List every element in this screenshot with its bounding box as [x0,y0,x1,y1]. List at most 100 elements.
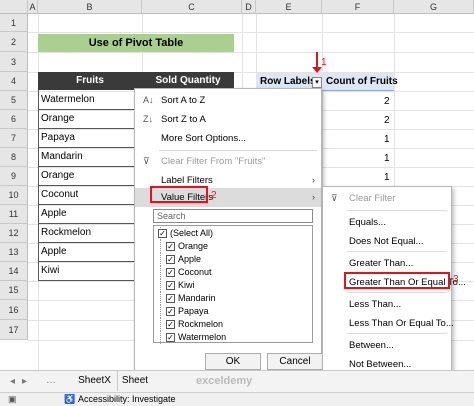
table-cell-fruit[interactable]: Mandarin [41,151,83,162]
pivot-count-cell[interactable]: 1 [384,172,390,183]
row-labels-filter-button[interactable]: ▾ [312,77,322,88]
checkbox[interactable]: ✓ [166,320,175,329]
row-header-12[interactable]: 12 [0,224,28,243]
table-cell-fruit[interactable]: Apple [41,246,67,257]
checkbox[interactable]: ✓ [166,242,175,251]
table-cell-fruit[interactable]: Rockmelon [41,227,91,238]
pivot-count-cell[interactable]: 1 [384,153,390,164]
annotation-2: 2 [211,190,217,201]
column-header-f[interactable]: F [322,0,394,14]
table-header-fruits-text: Fruits [76,75,104,86]
search-input[interactable]: Search [153,209,313,223]
tab-scroll-right-icon[interactable]: ▸ [22,376,27,387]
row-header-6[interactable]: 6 [0,110,28,129]
checkbox-item[interactable]: ✓ Papaya [154,305,312,318]
table-cell-fruit[interactable]: Watermelon [41,94,95,105]
accessibility-icon: ♿ [64,394,76,404]
row-header-11[interactable]: 11 [0,205,28,224]
sort-descending-icon: Z↓ [143,114,153,124]
column-header-g[interactable]: G [394,0,474,14]
pivot-count-header: Count of Fruits [326,76,398,87]
row-header-1[interactable]: 1 [0,14,28,32]
filter-clear-icon: ⊽ [331,193,338,203]
table-cell-fruit[interactable]: Coconut [41,189,78,200]
annotation-1: 1 [321,57,327,68]
checkbox-list[interactable]: ✓ (Select All) ✓ Orange ✓ Apple ✓ Coconut ✓ Kiwi ✓… [153,225,313,344]
checkbox-label: (Select All) [170,228,214,238]
tab-scroll-left-icon[interactable]: ◂ [10,376,15,387]
row-header-9[interactable]: 9 [0,167,28,186]
checkbox-item[interactable]: ✓ Coconut [154,266,312,279]
checkbox-item[interactable]: ✓ Mandarin [154,292,312,305]
checkbox-item[interactable]: ✓ Kiwi [154,279,312,292]
submenu-item[interactable]: Equals... [323,213,451,232]
more-sort-options[interactable]: More Sort Options... [135,129,321,148]
submenu-item[interactable]: Less Than... [323,295,451,314]
row-header-7[interactable]: 7 [0,129,28,148]
checkbox[interactable]: ✓ [166,255,175,264]
submenu-clear-filter[interactable]: ⊽ Clear Filter [323,189,451,208]
pivot-count-cell[interactable]: 2 [384,115,390,126]
row-header-8[interactable]: 8 [0,148,28,167]
row-header-10[interactable]: 10 [0,186,28,205]
row-header-5[interactable]: 5 [0,91,28,110]
status-bar: ▣ ♿ Accessibility: Investigate [0,392,474,406]
row-header-16[interactable]: 16 [0,300,28,320]
checkbox-label: Orange [178,241,209,251]
checkbox-label: Watermelon [178,332,227,342]
checkbox[interactable]: ✓ [166,294,175,303]
table-header-fruits: Fruits [38,72,142,90]
sheet-tab-bar: ◂ ▸ … SheetX Sheet exceldemy [0,370,474,392]
submenu-item[interactable]: Does Not Equal... [323,232,451,251]
cancel-button[interactable]: Cancel [267,353,323,370]
checkbox-item[interactable]: ✓ Rockmelon [154,318,312,331]
row-header-3[interactable]: 3 [0,52,28,72]
sort-a-to-z[interactable]: A↓ Sort A to Z [135,91,321,110]
table-header-quantity-text: Sold Quantity [155,75,221,86]
pivot-count-cell[interactable]: 1 [384,134,390,145]
tab-sheetx[interactable]: SheetX [72,371,118,391]
table-cell-fruit[interactable]: Orange [41,113,74,124]
row-header-17[interactable]: 17 [0,320,28,340]
checkbox-item[interactable]: ✓ Apple [154,253,312,266]
column-header-b[interactable]: B [38,0,142,14]
pivot-count-cell[interactable]: 2 [384,96,390,107]
checkbox[interactable]: ✓ [166,333,175,342]
ok-button[interactable]: OK [205,353,261,370]
checkbox-item[interactable]: ✓ Orange [154,240,312,253]
filter-dropdown-menu: A↓ Sort A to Z Z↓ Sort Z to A More Sort … [134,88,323,374]
checkbox[interactable]: ✓ [166,281,175,290]
row-header-2[interactable]: 2 [0,32,28,52]
sheet-title-text: Use of Pivot Table [88,37,184,49]
table-cell-fruit[interactable]: Orange [41,170,74,181]
checkbox[interactable]: ✓ [158,229,167,238]
sort-z-to-a[interactable]: Z↓ Sort Z to A [135,110,321,129]
checkbox-label: Mandarin [178,293,216,303]
column-header-e[interactable]: E [256,0,322,14]
clear-filter-from-fruits[interactable]: ⊽ Clear Filter From "Fruits" [135,152,321,171]
row-header-4[interactable]: 4 [0,72,28,91]
checkbox-item[interactable]: ✓ (Select All) [154,227,312,240]
value-filters-highlight [150,186,208,203]
column-header-a[interactable]: A [28,0,38,14]
tab-ellipsis[interactable]: … [46,375,56,386]
filter-clear-icon: ⊽ [143,156,150,166]
tab-sheet[interactable]: Sheet [120,371,150,391]
column-header-c[interactable]: C [142,0,242,14]
submenu-item[interactable]: Between... [323,336,451,355]
checkbox[interactable]: ✓ [166,268,175,277]
table-cell-fruit[interactable]: Apple [41,208,67,219]
table-cell-fruit[interactable]: Papaya [41,132,75,143]
select-all-corner[interactable] [0,0,28,14]
row-header-15[interactable]: 15 [0,281,28,300]
submenu-item[interactable]: Greater Than... [323,254,451,273]
checkbox[interactable]: ✓ [166,307,175,316]
submenu-item[interactable]: Less Than Or Equal To... [323,314,454,333]
row-header-14[interactable]: 14 [0,262,28,281]
row-header-13[interactable]: 13 [0,243,28,262]
table-cell-fruit[interactable]: Kiwi [41,265,59,276]
column-header-d[interactable]: D [242,0,256,14]
checkbox-item[interactable]: ✓ Watermelon [154,331,312,344]
accessibility-status[interactable]: Accessibility: Investigate [78,394,176,404]
checkbox-label: Coconut [178,267,212,277]
